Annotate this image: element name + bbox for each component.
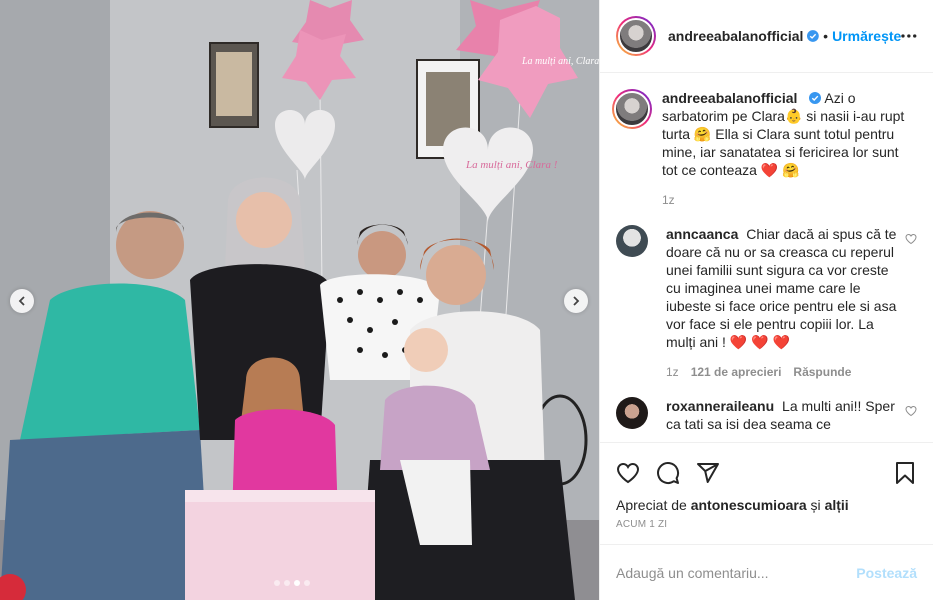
likes-summary: Apreciat de antonescumioara și alții [616,497,917,513]
post-comment-button[interactable]: Postează [856,565,917,581]
verified-icon [809,92,822,104]
comment-item: anncaanca Chiar dacă ai spus că te doare… [616,225,917,381]
chevron-right-icon [573,296,580,306]
bookmark-icon[interactable] [893,461,917,485]
heart-icon[interactable] [905,405,917,417]
post-photo: La mulți ani, Clara ! La mulți ani, Clar… [0,0,599,600]
more-icon[interactable] [901,34,917,38]
carousel-dot[interactable] [284,580,290,586]
post-actions: Apreciat de antonescumioara și alții ACU… [600,442,933,544]
reply-button[interactable]: Răspunde [793,363,851,381]
comment-text: Chiar dacă ai spus că te doare că nu or … [666,226,897,350]
post-header: andreeabalanofficial • Urmărește [600,0,933,73]
author-avatar[interactable] [616,16,656,56]
comment-username[interactable]: anncaanca [666,226,738,242]
caption: andreeabalanofficial Azi o sarbatorim pe… [612,89,917,209]
comment-icon[interactable] [656,461,680,485]
comment-likes[interactable]: 121 de aprecieri [691,363,782,381]
author-username[interactable]: andreeabalanofficial [668,28,803,44]
commenter-avatar[interactable] [616,397,648,429]
heart-icon[interactable] [905,233,917,245]
commenter-avatar[interactable] [616,225,648,257]
likes-user[interactable]: antonescumioara [691,497,807,513]
add-comment-bar: Postează [600,544,933,600]
caption-age[interactable]: 1z [662,191,675,209]
carousel-prev-button[interactable] [10,289,34,313]
comment-age[interactable]: 1z [666,363,679,381]
comment-username[interactable]: roxanneraileanu [666,398,774,414]
author-avatar-small[interactable] [612,89,652,129]
carousel-dot[interactable] [274,580,280,586]
carousel-next-button[interactable] [564,289,588,313]
post-timestamp[interactable]: ACUM 1 ZI [616,519,917,530]
post-sidebar: andreeabalanofficial • Urmărește andreea… [599,0,933,600]
carousel-dot[interactable] [304,580,310,586]
carousel-dots [274,580,310,586]
share-icon[interactable] [696,461,720,485]
post-media: La mulți ani, Clara ! La mulți ani, Clar… [0,0,599,600]
likes-conj: și [810,497,821,513]
caption-username[interactable]: andreeabalanofficial [662,90,797,106]
separator-dot: • [823,28,829,44]
balloon-heart-text: La mulți ani, Clara ! [465,159,558,171]
balloon-text: La mulți ani, Clara ! [521,56,599,67]
comments-list[interactable]: andreeabalanofficial Azi o sarbatorim pe… [600,73,933,442]
likes-others[interactable]: alții [825,497,849,513]
chevron-left-icon [18,296,25,306]
comment-item: roxanneraileanu La multi ani!! Sper ca t… [616,397,917,433]
likes-prefix: Apreciat de [616,497,687,513]
comment-input[interactable] [616,564,857,581]
carousel-dot-active[interactable] [294,580,300,586]
heart-icon[interactable] [616,461,640,485]
instagram-post: La mulți ani, Clara ! La mulți ani, Clar… [0,0,933,600]
verified-icon [807,30,820,42]
follow-button[interactable]: Urmărește [832,28,901,44]
